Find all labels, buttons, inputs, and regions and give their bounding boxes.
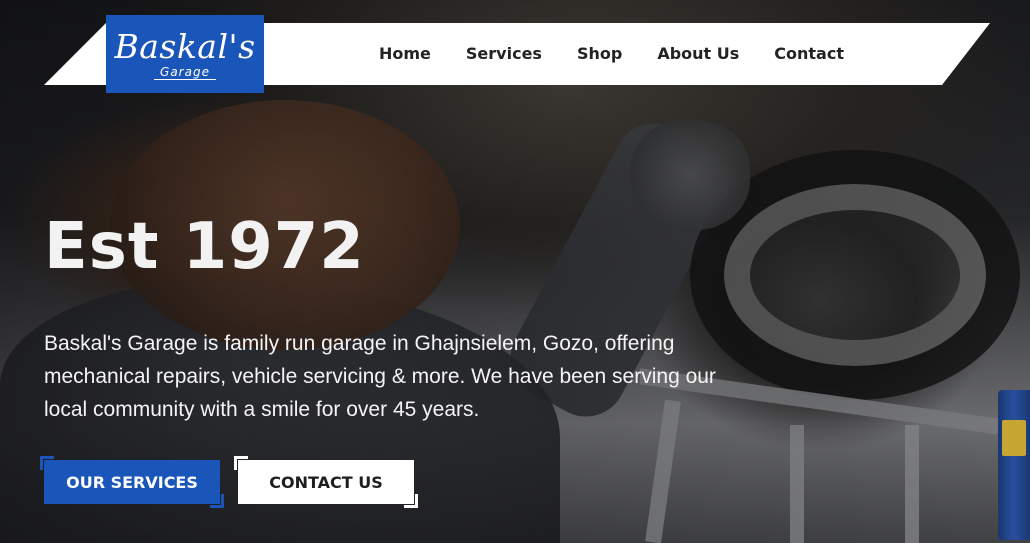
hero-heading: Est 1972 (44, 210, 365, 284)
nav-about-link[interactable]: About Us (657, 44, 739, 63)
nav-shop-link[interactable]: Shop (577, 44, 622, 63)
hero-description: Baskal's Garage is family run garage in … (44, 332, 716, 421)
brand-logo-sub: Garage (154, 66, 216, 80)
main-menu: Home Services Shop About Us Contact (379, 44, 844, 63)
nav-services-link[interactable]: Services (466, 44, 542, 63)
nav-home-link[interactable]: Home (379, 44, 431, 63)
contact-us-button[interactable]: CONTACT US (238, 460, 414, 504)
nav-contact-link[interactable]: Contact (774, 44, 844, 63)
our-services-button[interactable]: OUR SERVICES (44, 460, 220, 504)
brand-logo[interactable]: Baskal's Garage (106, 15, 264, 93)
brand-logo-name: Baskal's (114, 27, 256, 66)
